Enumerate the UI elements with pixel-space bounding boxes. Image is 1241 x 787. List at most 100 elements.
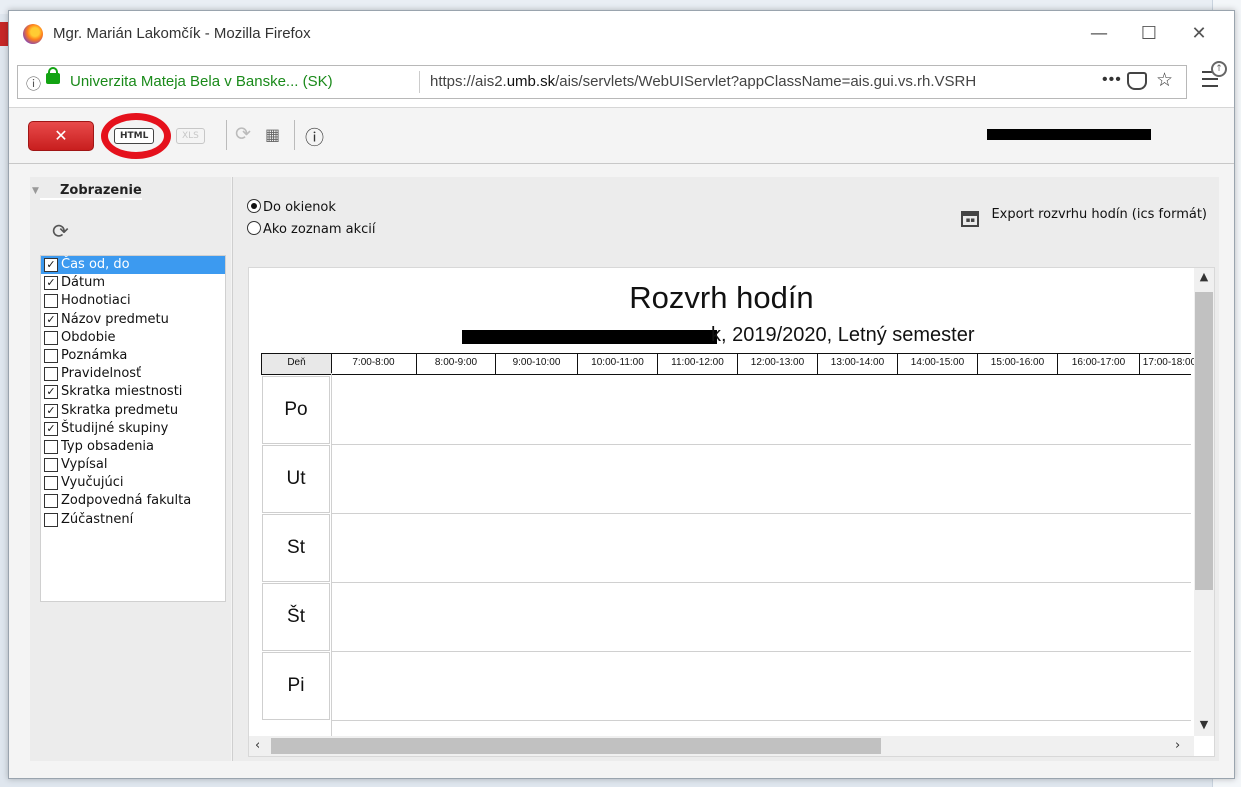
day-label: Ut — [262, 445, 330, 513]
radio-grid-label: Do okienok — [263, 200, 336, 215]
horizontal-scrollbar[interactable]: ‹ › — [249, 736, 1194, 756]
app-toolbar: ✕ HTML XLS ⟳ ▦ ⓘ — [9, 107, 1234, 164]
row-divider — [331, 720, 1191, 721]
radio-unselected[interactable] — [247, 221, 261, 235]
vertical-scrollbar[interactable]: ▲ ▼ — [1194, 268, 1214, 736]
checkbox-unchecked[interactable] — [44, 348, 58, 363]
day-label: Pi — [262, 652, 330, 720]
maximize-button[interactable]: ☐ — [1129, 19, 1169, 49]
radio-selected[interactable] — [247, 199, 261, 213]
checkbox-unchecked[interactable] — [44, 439, 58, 454]
pocket-icon[interactable] — [1127, 72, 1147, 90]
column-option-item[interactable]: ✓ Skratka miestnosti — [41, 383, 225, 401]
column-option-item[interactable]: ✓ Čas od, do — [41, 256, 225, 275]
column-option-label: Zodpovedná fakulta — [61, 493, 192, 509]
update-badge-icon: ↑ — [1211, 61, 1227, 77]
checkbox-checked[interactable]: ✓ — [44, 421, 58, 436]
bookmark-star-icon[interactable]: ☆ — [1156, 69, 1173, 92]
time-slot-header: 8:00-9:00 — [417, 354, 496, 374]
column-option-item[interactable]: Zúčastnení — [41, 511, 225, 529]
calendar-icon: ▪▪ — [961, 211, 980, 227]
checkbox-checked[interactable]: ✓ — [44, 385, 58, 400]
scroll-down-icon[interactable]: ▼ — [1194, 718, 1214, 731]
timetable-grid: Deň 7:00-8:00 8:00-9:00 9:00-10:00 10:00-11:… — [261, 353, 1200, 753]
checkbox-unchecked[interactable] — [44, 458, 58, 473]
column-option-item[interactable]: Obdobie — [41, 329, 225, 347]
time-slot-header: 10:00-11:00 — [578, 354, 658, 374]
url-text[interactable]: https://ais2.umb.sk/ais/servlets/WebUISe… — [430, 73, 976, 90]
info-icon[interactable]: ⓘ — [26, 73, 41, 94]
horizontal-scroll-thumb[interactable] — [271, 738, 881, 754]
column-option-item[interactable]: Zodpovedná fakulta — [41, 492, 225, 510]
column-option-item[interactable]: Vypísal — [41, 456, 225, 474]
schedule-subtitle: k, 2019/2020, Letný semester — [711, 324, 975, 346]
radio-list-label: Ako zoznam akcií — [263, 222, 376, 237]
scroll-up-icon[interactable]: ▲ — [1194, 270, 1214, 283]
schedule-view: Rozvrh hodín k, 2019/2020, Letný semeste… — [248, 267, 1215, 757]
collapse-triangle-icon[interactable]: ▼ — [32, 186, 39, 196]
column-option-label: Vypísal — [61, 457, 108, 473]
column-option-item[interactable]: ✓ Skratka predmetu — [41, 402, 225, 420]
column-option-label: Čas od, do — [61, 257, 130, 272]
column-option-item[interactable]: Pravidelnosť — [41, 365, 225, 383]
checkbox-unchecked[interactable] — [44, 512, 58, 527]
checkbox-unchecked[interactable] — [44, 476, 58, 491]
export-ics-link[interactable]: ▪▪ Export rozvrhu hodín (ics formát) — [961, 207, 1207, 227]
scroll-left-icon[interactable]: ‹ — [255, 736, 260, 756]
section-title: Zobrazenie — [40, 183, 142, 200]
checkbox-unchecked[interactable] — [44, 367, 58, 382]
checkbox-unchecked[interactable] — [44, 330, 58, 345]
column-option-label: Vyučujúci — [61, 475, 124, 491]
column-option-item[interactable]: ✓ Študijné skupiny — [41, 420, 225, 438]
column-option-item[interactable]: Hodnotiaci — [41, 292, 225, 310]
table-layout-icon[interactable]: ▦ — [265, 125, 280, 144]
url-separator — [419, 71, 420, 93]
refresh-icon[interactable]: ⟳ — [52, 219, 69, 243]
export-ics-label: Export rozvrhu hodín (ics formát) — [991, 207, 1207, 222]
checkbox-checked[interactable]: ✓ — [44, 258, 58, 272]
checkbox-checked[interactable]: ✓ — [44, 276, 58, 291]
toolbar-separator — [294, 120, 295, 150]
navigation-bar: ⓘ Univerzita Mateja Bela v Banske... (SK… — [9, 57, 1234, 107]
firefox-popup-window: Mgr. Marián Lakomčík - Mozilla Firefox —… — [8, 10, 1235, 779]
section-header[interactable]: ▼ Zobrazenie — [32, 183, 142, 200]
column-option-item[interactable]: ✓ Názov predmetu — [41, 311, 225, 329]
day-row: Ut — [261, 443, 1191, 514]
teacher-name-redacted — [462, 330, 717, 344]
day-column-header: Deň — [261, 354, 332, 374]
scroll-right-icon[interactable]: › — [1175, 736, 1180, 756]
column-option-label: Študijné skupiny — [61, 420, 169, 436]
minimize-button[interactable]: — — [1079, 19, 1119, 49]
radio-list-option[interactable]: Ako zoznam akcií — [247, 221, 376, 237]
radio-grid-option[interactable]: Do okienok — [247, 199, 336, 215]
day-row: St — [261, 512, 1191, 583]
window-title: Mgr. Marián Lakomčík - Mozilla Firefox — [53, 25, 311, 42]
page-actions-menu-icon[interactable]: ••• — [1102, 71, 1122, 89]
export-html-button[interactable]: HTML — [114, 128, 155, 144]
window-close-button[interactable]: ✕ — [1179, 19, 1219, 49]
export-xls-button[interactable]: XLS — [176, 128, 205, 144]
column-option-item[interactable]: Typ obsadenia — [41, 438, 225, 456]
site-identity-label[interactable]: Univerzita Mateja Bela v Banske... (SK) — [70, 73, 333, 90]
schedule-title: Rozvrh hodín — [629, 280, 814, 315]
column-option-item[interactable]: ✓ Dátum — [41, 274, 225, 292]
lock-icon[interactable] — [46, 67, 60, 84]
checkbox-unchecked[interactable] — [44, 494, 58, 509]
day-label: Po — [262, 376, 330, 444]
checkbox-checked[interactable]: ✓ — [44, 312, 58, 327]
address-bar[interactable]: ⓘ Univerzita Mateja Bela v Banske... (SK… — [17, 65, 1187, 99]
time-slot-header: 16:00-17:00 — [1058, 354, 1140, 374]
close-dialog-button[interactable]: ✕ — [28, 121, 94, 151]
time-slot-header: 17:00-18:00 — [1140, 354, 1200, 374]
column-option-label: Dátum — [61, 275, 105, 291]
column-option-label: Obdobie — [61, 329, 116, 345]
checkbox-checked[interactable]: ✓ — [44, 403, 58, 418]
vertical-scroll-thumb[interactable] — [1195, 292, 1213, 590]
day-row: Št — [261, 581, 1191, 652]
info-icon[interactable]: ⓘ — [305, 123, 324, 150]
refresh-icon[interactable]: ⟳ — [235, 123, 251, 145]
column-option-item[interactable]: Poznámka — [41, 347, 225, 365]
column-option-item[interactable]: Vyučujúci — [41, 474, 225, 492]
day-row: Pi — [261, 650, 1191, 721]
checkbox-unchecked[interactable] — [44, 294, 58, 309]
